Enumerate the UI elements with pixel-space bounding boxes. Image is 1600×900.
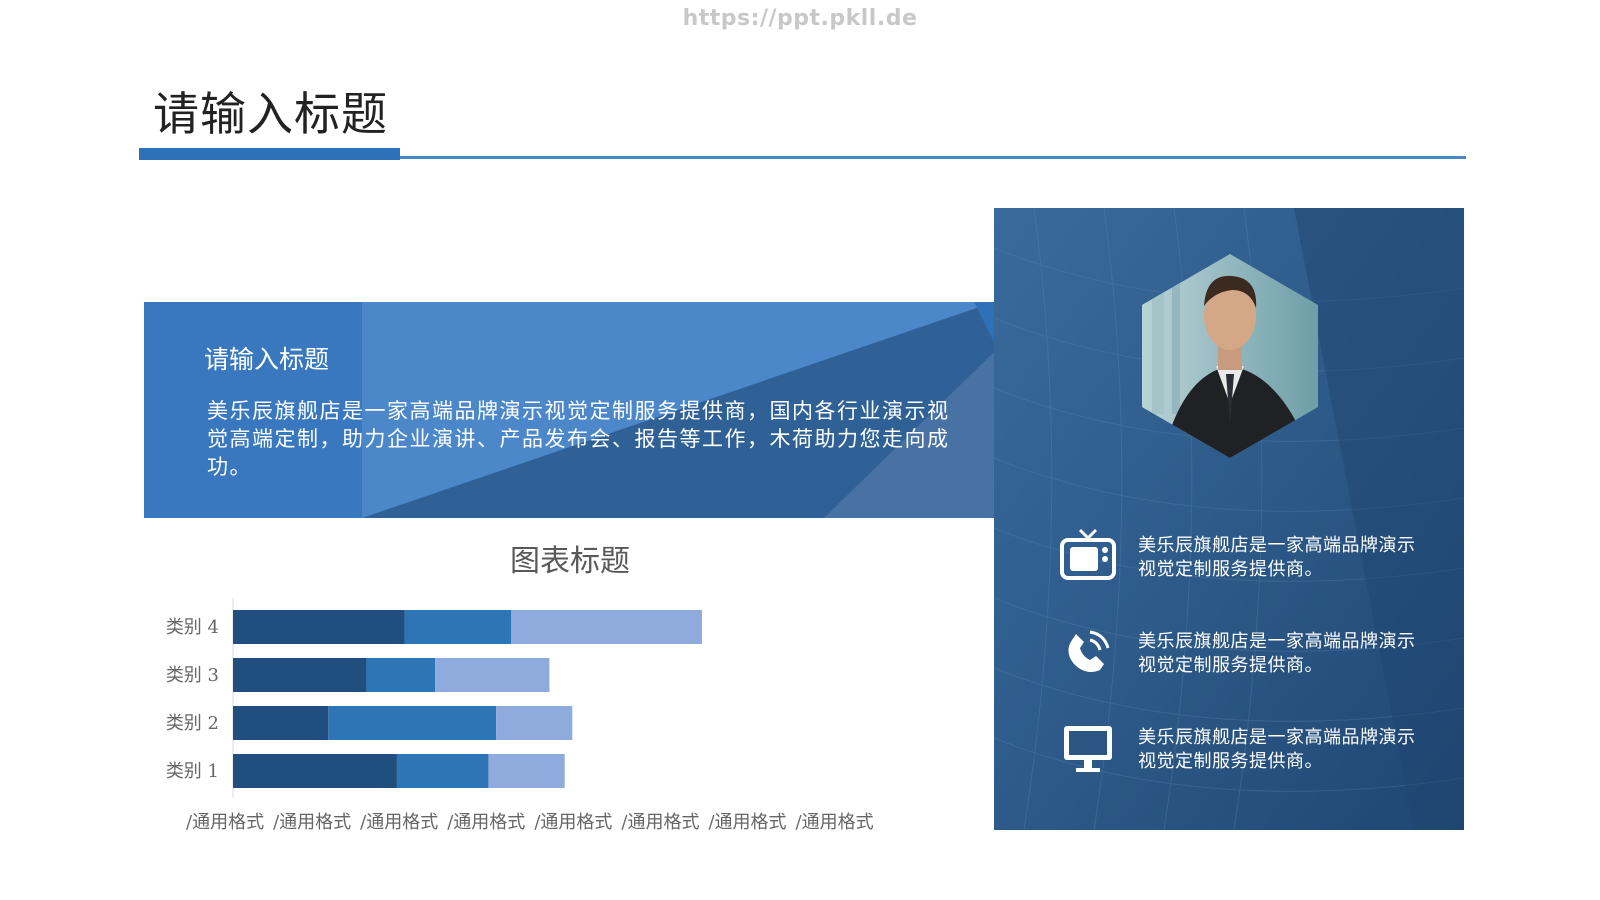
avatar — [1142, 254, 1318, 458]
bar-segment — [233, 658, 367, 692]
bar-segment — [396, 754, 489, 788]
title-underline-accent — [139, 148, 400, 160]
bar-chart: 类别 4 类别 3 类别 2 类别 1 — [166, 598, 702, 798]
category-label: 类别 1 — [166, 761, 219, 782]
bar-segment — [488, 754, 565, 788]
phone-icon — [1058, 622, 1118, 682]
bar-segment — [404, 610, 512, 644]
x-tick-label: /通用格式 — [447, 812, 526, 833]
bar-segment — [366, 658, 436, 692]
x-tick-label: /通用格式 — [360, 812, 439, 833]
x-axis-labels: /通用格式/通用格式/通用格式/通用格式/通用格式/通用格式/通用格式/通用格式 — [186, 808, 883, 834]
feature-text: 美乐辰旗舰店是一家高端品牌演示视觉定制服务提供商。 — [1138, 535, 1416, 580]
feature-item: 美乐辰旗舰店是一家高端品牌演示视觉定制服务提供商。 — [1058, 622, 1438, 692]
bar-segment — [435, 658, 550, 692]
category-label: 类别 3 — [166, 665, 219, 686]
bar-segment — [496, 706, 573, 740]
chart-title: 图表标题 — [510, 544, 630, 579]
feature-text: 美乐辰旗舰店是一家高端品牌演示视觉定制服务提供商。 — [1138, 727, 1416, 772]
category-label: 类别 4 — [166, 617, 219, 638]
page-title: 请输入标题 — [153, 87, 388, 141]
info-panel: 美乐辰旗舰店是一家高端品牌演示视觉定制服务提供商。 美乐辰旗舰店是一家高端品牌演… — [994, 208, 1464, 830]
feature-text: 美乐辰旗舰店是一家高端品牌演示视觉定制服务提供商。 — [1138, 631, 1416, 676]
bar-segment — [233, 706, 329, 740]
bar-segment — [511, 610, 702, 644]
bar-segment — [233, 754, 397, 788]
x-tick-label: /通用格式 — [273, 812, 352, 833]
x-tick-label: /通用格式 — [186, 812, 265, 833]
x-tick-label: /通用格式 — [708, 812, 787, 833]
bar-segment — [328, 706, 497, 740]
banner-body: 美乐辰旗舰店是一家高端品牌演示视觉定制服务提供商，国内各行业演示视觉高端定制，助… — [207, 399, 950, 479]
x-tick-label: /通用格式 — [534, 812, 613, 833]
monitor-icon — [1058, 718, 1118, 778]
intro-banner: 请输入标题 美乐辰旗舰店是一家高端品牌演示视觉定制服务提供商，国内各行业演示视觉… — [144, 302, 994, 518]
feature-item: 美乐辰旗舰店是一家高端品牌演示视觉定制服务提供商。 — [1058, 718, 1438, 788]
feature-item: 美乐辰旗舰店是一家高端品牌演示视觉定制服务提供商。 — [1058, 526, 1438, 596]
watermark: https://ppt.pkll.de — [682, 6, 918, 31]
tv-icon — [1058, 526, 1118, 586]
category-label: 类别 2 — [166, 713, 219, 734]
banner-title: 请输入标题 — [204, 345, 330, 374]
bar-segment — [233, 610, 405, 644]
title-underline — [400, 156, 1466, 159]
x-tick-label: /通用格式 — [795, 812, 874, 833]
x-tick-label: /通用格式 — [621, 812, 700, 833]
